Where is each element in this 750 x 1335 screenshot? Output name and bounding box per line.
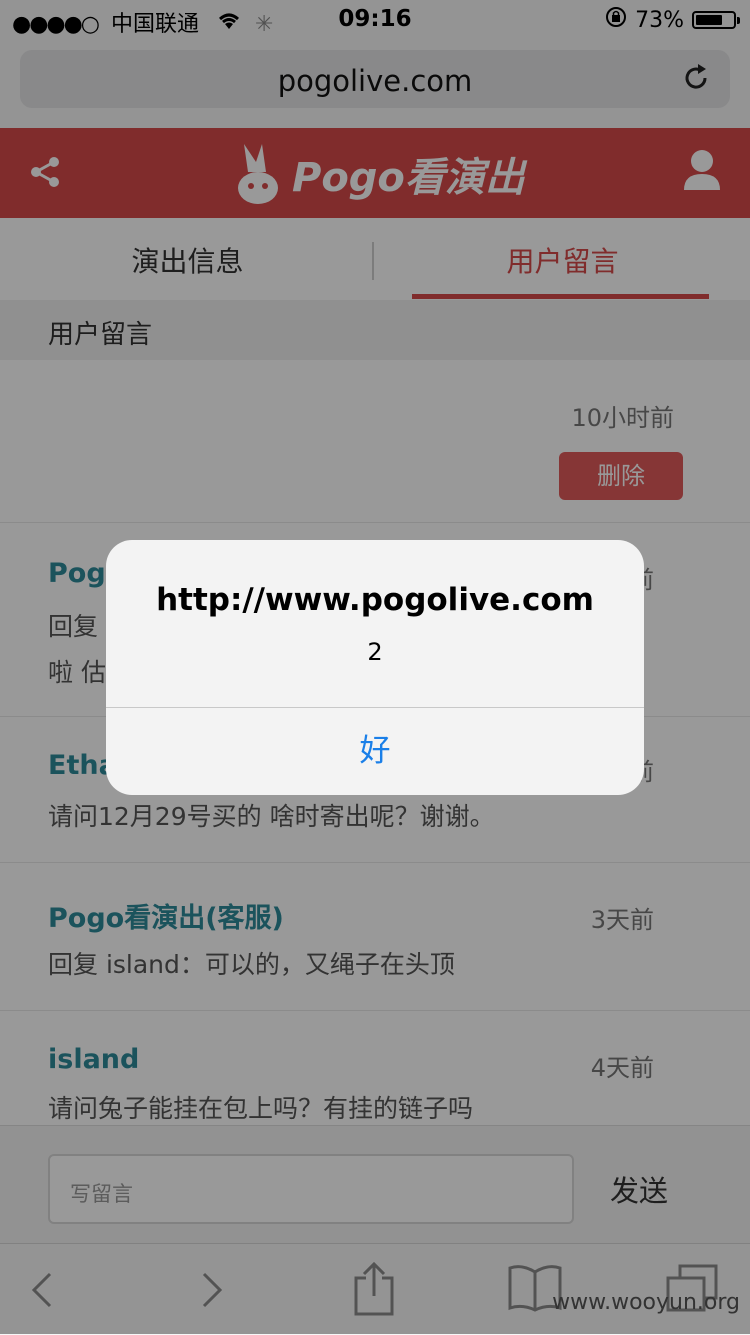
alert-ok-button[interactable]: 好 <box>106 708 644 795</box>
alert-title: http://www.pogolive.com <box>156 582 594 618</box>
alert-dialog: http://www.pogolive.com 2 好 <box>106 540 644 795</box>
alert-message: 2 <box>367 638 383 666</box>
